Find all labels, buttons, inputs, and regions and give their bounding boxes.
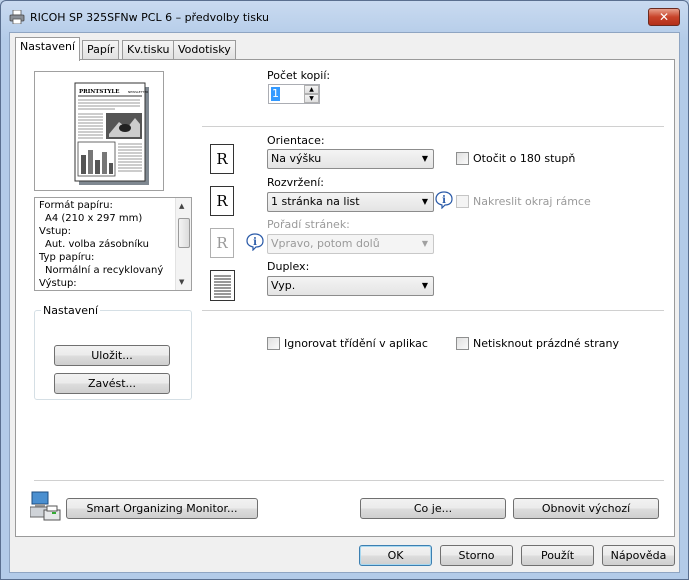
ok-button[interactable]: OK	[359, 545, 432, 566]
scroll-thumb[interactable]	[178, 218, 190, 248]
tab-papir[interactable]: Papír	[82, 40, 120, 60]
restore-defaults-button[interactable]: Obnovit výchozí	[513, 498, 659, 519]
preset-group-label: Nastavení	[41, 304, 101, 317]
spin-down-icon[interactable]: ▼	[304, 94, 319, 103]
chevron-down-icon: ▼	[421, 239, 428, 248]
help-button[interactable]: Nápověda	[602, 545, 675, 566]
page-icon-letter: R	[216, 150, 228, 168]
spin-up-icon[interactable]: ▲	[304, 85, 319, 94]
close-icon: ✕	[658, 10, 670, 24]
summary-scrollbar[interactable]: ▲ ▼	[175, 198, 191, 290]
separator	[202, 126, 664, 127]
cancel-button[interactable]: Storno	[440, 545, 513, 566]
rotate-180-label: Otočit o 180 stupň	[473, 152, 576, 165]
title-bar[interactable]: RICOH SP 325SFNw PCL 6 – předvolby tisku…	[1, 1, 688, 33]
summary-value-paper-type: Normální a recyklovaný	[45, 265, 164, 276]
chevron-down-icon: ▼	[421, 154, 428, 163]
scroll-down-icon[interactable]: ▼	[179, 278, 184, 286]
tab-nastaveni[interactable]: Nastavení	[15, 37, 81, 61]
about-button[interactable]: Co je...	[360, 498, 506, 519]
orientation-value: Na výšku	[271, 152, 322, 165]
preview-headline: PRINTSTYLE	[79, 89, 119, 95]
duplex-value: Vyp.	[271, 279, 296, 292]
orientation-select[interactable]: Na výšku ▼	[267, 149, 434, 169]
tab-kvalita-tisku[interactable]: Kv.tisku	[122, 40, 175, 60]
printer-icon	[9, 10, 25, 24]
page-icon-letter: R	[216, 192, 228, 210]
computer-printer-icon	[30, 491, 61, 521]
summary-label-output: Výstup:	[39, 278, 77, 289]
copies-value: 1	[271, 87, 280, 101]
layout-label: Rozvržení:	[267, 176, 324, 189]
summary-value-paper-size: A4 (210 x 297 mm)	[45, 213, 143, 224]
copies-label: Počet kopií:	[267, 69, 331, 82]
tab-vodotisky[interactable]: Vodotisky	[173, 40, 236, 60]
page-icon-letter: R	[216, 234, 228, 252]
document-preview-image: PRINTSTYLE NEWSLETTER	[74, 82, 149, 185]
load-preset-button[interactable]: Zavést...	[54, 373, 170, 394]
preview-masthead: NEWSLETTER	[128, 90, 148, 94]
chevron-down-icon: ▼	[421, 281, 428, 290]
summary-label-paper-size: Formát papíru:	[39, 200, 113, 211]
apply-button[interactable]: Použít	[521, 545, 594, 566]
duplex-label: Duplex:	[267, 260, 310, 273]
orientation-label: Orientace:	[267, 134, 325, 147]
ignore-collate-label: Ignorovat třídění v aplikac	[284, 337, 428, 350]
rotate-180-checkbox[interactable]	[456, 152, 469, 165]
save-preset-button[interactable]: Uložit...	[54, 345, 170, 366]
dialog-window: RICOH SP 325SFNw PCL 6 – předvolby tisku…	[0, 0, 689, 580]
draw-frame-label: Nakreslit okraj rámce	[473, 195, 591, 208]
scroll-up-icon[interactable]: ▲	[179, 202, 184, 210]
page-order-label: Pořadí stránek:	[267, 218, 350, 231]
separator	[202, 310, 664, 311]
settings-tab-panel: PRINTSTYLE NEWSLETTER Formát papíru: A4 …	[15, 59, 675, 537]
summary-value-input: Aut. volba zásobníku	[45, 239, 149, 250]
page-order-select[interactable]: Vpravo, potom dolů ▼	[267, 234, 434, 254]
copies-spin-buttons: ▲ ▼	[304, 85, 319, 103]
portrait-page-icon: R	[210, 144, 234, 174]
info-icon[interactable]: i	[246, 233, 264, 251]
window-title: RICOH SP 325SFNw PCL 6 – předvolby tisku	[30, 11, 269, 24]
smart-organizing-monitor-button[interactable]: Smart Organizing Monitor...	[66, 498, 258, 519]
svg-text:i: i	[442, 195, 446, 206]
summary-label-input: Vstup:	[39, 226, 72, 237]
dialog-client-area: Nastavení Papír Kv.tisku Vodotisky PRINT…	[9, 32, 680, 573]
chevron-down-icon: ▼	[421, 197, 428, 206]
layout-value: 1 stránka na list	[271, 195, 360, 208]
svg-text:i: i	[253, 237, 257, 248]
settings-summary-list[interactable]: Formát papíru: A4 (210 x 297 mm) Vstup: …	[34, 197, 192, 291]
ignore-collate-checkbox[interactable]	[267, 337, 280, 350]
layout-page-icon: R	[210, 186, 234, 216]
duplex-select[interactable]: Vyp. ▼	[267, 276, 434, 296]
skip-blank-pages-checkbox[interactable]	[456, 337, 469, 350]
preset-group: Nastavení Uložit... Zavést...	[34, 304, 192, 400]
close-button[interactable]: ✕	[648, 8, 680, 26]
draw-frame-checkbox[interactable]	[456, 195, 469, 208]
copies-stepper[interactable]: 1 ▲ ▼	[268, 84, 320, 104]
page-order-value: Vpravo, potom dolů	[271, 237, 380, 250]
summary-label-paper-type: Typ papíru:	[39, 252, 95, 263]
duplex-page-icon	[210, 270, 235, 301]
layout-select[interactable]: 1 stránka na list ▼	[267, 192, 434, 212]
page-preview: PRINTSTYLE NEWSLETTER	[34, 71, 164, 191]
page-order-icon: R	[210, 228, 234, 258]
separator	[34, 480, 664, 481]
skip-blank-pages-label: Netisknout prázdné strany	[473, 337, 619, 350]
info-icon[interactable]: i	[435, 191, 453, 209]
